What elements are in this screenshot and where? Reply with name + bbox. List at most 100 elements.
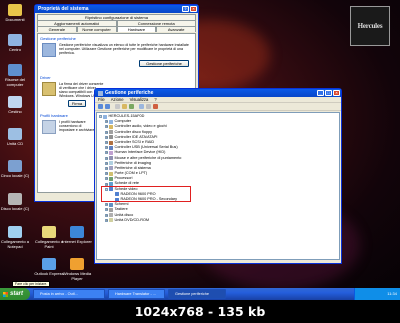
device-manager-icon [42,43,56,57]
menu-item[interactable]: File [98,97,105,102]
device-icon [109,202,113,207]
expand-icon[interactable]: + [105,125,108,129]
collapse-icon[interactable]: - [99,115,102,119]
desktop-icon[interactable]: Outlook Express [34,258,64,276]
expand-icon[interactable]: + [105,146,108,150]
media-icon [70,258,84,270]
taskbar-item[interactable]: Gestione periferiche [168,289,226,299]
taskbar: start Posta in arrivo - Outl... Hardware … [0,288,400,300]
expand-icon[interactable]: + [105,130,108,134]
help-icon[interactable] [129,104,134,109]
expand-icon[interactable]: + [105,182,108,186]
desktop-icon[interactable]: Collegamento a Paint [34,226,64,249]
group-text: Gestione periferiche visualizza un elenc… [59,43,189,55]
device-icon [109,150,113,155]
expand-icon[interactable]: + [105,218,108,222]
menu-item[interactable]: Visualizza [130,97,149,102]
shortcut-icon [8,160,22,172]
device-icon [109,207,113,212]
desktop-icon[interactable]: Documenti [0,4,30,22]
device-icon [109,176,113,181]
start-button[interactable]: start [0,288,30,300]
device-icon [109,140,113,145]
desktop-icon-label: Collegamento a Notepad [0,239,30,249]
expand-icon[interactable]: + [105,203,108,207]
toolbar [95,103,341,111]
properties-icon[interactable] [115,104,120,109]
expand-icon[interactable]: + [105,177,108,181]
desktop-icon-label: Disco locale (C) [0,206,30,211]
expand-icon[interactable]: + [105,172,108,176]
device-icon [109,145,113,150]
desktop-icon[interactable]: Collegamento a Notepad [0,226,30,249]
paint-icon [42,226,56,238]
close-icon[interactable]: × [333,90,340,96]
tab-general[interactable]: Generale [37,26,77,32]
device-icon [109,218,113,223]
device-category[interactable]: + Unità DVD/CD-ROM [99,218,337,223]
menu-item[interactable]: ? [154,97,156,102]
expand-icon[interactable]: + [105,208,108,212]
expand-icon[interactable]: + [105,135,108,139]
expand-icon[interactable]: + [105,156,108,160]
device-icon [109,119,113,124]
uninstall-icon[interactable] [153,104,158,109]
forward-icon[interactable] [105,104,110,109]
desktop-icon[interactable]: Risorse del computer [0,64,30,87]
menu-item[interactable]: Azione [111,97,124,102]
desktop-icon-label: Windows Media Player [62,271,92,281]
device-icon [109,135,113,140]
image-caption: 1024x768 - 135 kb [0,300,400,323]
driver-signing-button[interactable]: Firma [68,100,86,107]
computer-icon [8,34,22,46]
tab-hardware[interactable]: Hardware [116,26,157,32]
expand-icon[interactable]: + [105,120,108,124]
computer-icon [103,114,107,119]
print-icon[interactable] [122,104,127,109]
title-bar[interactable]: Proprietà del sistema ? × [35,5,198,13]
device-icon [115,192,119,197]
desktop-icon[interactable]: Windows Media Player [62,258,92,281]
expand-icon[interactable]: + [105,213,108,217]
system-tray: 11:34 [354,288,400,300]
device-manager-window[interactable]: Gestione periferiche _ □ × File Azione Vis… [94,88,342,264]
maximize-icon[interactable]: □ [325,90,332,96]
close-icon[interactable]: × [190,6,197,12]
desktop-icon[interactable]: Cinco locale (C) [0,160,30,178]
desktop-icon-label: Documenti [5,17,25,22]
expand-icon[interactable]: + [105,161,108,165]
update-driver-icon[interactable] [146,104,151,109]
device-manager-icon [98,90,103,96]
windows-logo-icon [3,291,8,297]
help-icon[interactable]: ? [182,6,189,12]
cd-icon [8,128,22,140]
minimize-icon[interactable]: _ [317,90,324,96]
device-icon [109,182,113,187]
scan-icon[interactable] [139,104,144,109]
desktop-icon-label: Internet Explorer [62,239,92,244]
expand-icon[interactable]: + [105,151,108,155]
device-icon [115,197,119,202]
desktop-icon[interactable]: Disco locale (C) [0,193,30,211]
device-manager-button[interactable]: Gestione periferiche [139,60,189,67]
hardware-profile-icon [42,120,56,134]
expand-icon[interactable]: + [105,166,108,170]
desktop-icon[interactable]: Unità CD [0,128,30,146]
taskbar-item[interactable]: Hardware Translator - ... [108,289,165,299]
desktop-icon[interactable]: Centro [0,34,30,52]
desktop-icon[interactable]: Internet Explorer [62,226,92,244]
title-bar[interactable]: Gestione periferiche _ □ × [95,89,341,97]
tab-computer-name[interactable]: Nome computer [76,26,117,32]
desktop-icon-label: Collegamento a Paint [34,239,64,249]
device-icon [109,161,113,166]
desktop-icon-label: Cestino [8,109,22,114]
taskbar-item[interactable]: Posta in arrivo - Outl... [33,289,105,299]
device-icon [109,124,113,129]
device-icon [109,130,113,135]
expand-icon[interactable]: + [105,141,108,145]
desktop-icon[interactable]: Cestino [0,96,30,114]
desktop-icon-label: Outlook Express [34,271,64,276]
collapse-icon[interactable]: - [105,187,108,191]
back-icon[interactable] [98,104,103,109]
tab-advanced[interactable]: Avanzate [156,26,196,32]
